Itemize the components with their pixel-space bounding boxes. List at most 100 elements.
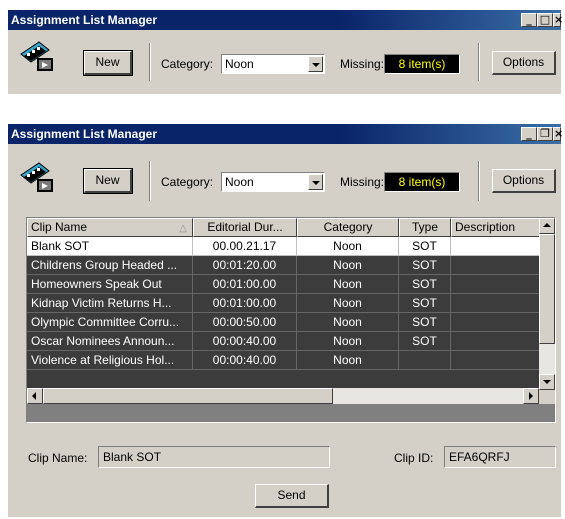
cell-description — [451, 332, 541, 351]
assignment-list-manager-window-collapsed: Assignment List Manager _ □ × New Catego… — [8, 10, 563, 94]
horizontal-scrollbar[interactable] — [27, 388, 539, 404]
cell-editorial-duration: 00.00.21.17 — [193, 237, 297, 256]
cell-description — [451, 237, 541, 256]
toolbar-separator — [149, 161, 151, 201]
column-header-editorial-duration[interactable]: Editorial Dur... — [193, 218, 297, 237]
chevron-down-icon[interactable] — [308, 56, 323, 72]
cell-clip-name: Violence at Religious Hol... — [27, 351, 193, 370]
clip-film-icon — [20, 162, 53, 192]
cell-category: Noon — [297, 256, 399, 275]
new-button[interactable]: New — [83, 50, 133, 76]
cell-description — [451, 256, 541, 275]
arrow-up-icon — [543, 223, 551, 227]
category-value: Noon — [225, 57, 254, 71]
assignment-list-manager-window: Assignment List Manager _ ❐ × New Catego… — [8, 124, 563, 517]
cell-category: Noon — [297, 332, 399, 351]
cell-category: Noon — [297, 275, 399, 294]
sort-ascending-icon: △ — [179, 223, 187, 234]
scroll-right-button[interactable] — [523, 388, 539, 404]
column-header-label: Clip Name — [31, 220, 88, 234]
category-label: Category: — [161, 57, 214, 71]
column-header-type[interactable]: Type — [399, 218, 451, 237]
cell-clip-name: Oscar Nominees Announ... — [27, 332, 193, 351]
cell-editorial-duration: 00:00:50.00 — [193, 313, 297, 332]
window-title: Assignment List Manager — [11, 13, 158, 27]
missing-label: Missing: — [340, 57, 385, 71]
missing-label: Missing: — [340, 175, 385, 189]
maximize-button[interactable]: □ — [537, 13, 553, 27]
restore-button[interactable]: ❐ — [537, 127, 553, 141]
cell-editorial-duration: 00:01:00.00 — [193, 275, 297, 294]
table-row[interactable]: Homeowners Speak Out 00:01:00.00 Noon SOT — [27, 275, 541, 294]
table-row[interactable]: Olympic Committee Corru... 00:00:50.00 Noo… — [27, 313, 541, 332]
clip-list-grid[interactable]: Clip Name △ Editorial Dur... Category Ty… — [26, 217, 556, 423]
title-bar[interactable]: Assignment List Manager _ ❐ × — [8, 124, 563, 144]
clip-name-field: Blank SOT — [98, 446, 330, 468]
send-button[interactable]: Send — [255, 484, 329, 508]
cell-description — [451, 351, 541, 370]
cell-description — [451, 313, 541, 332]
cell-type — [399, 351, 451, 370]
clip-id-label: Clip ID: — [394, 451, 434, 465]
options-button[interactable]: Options — [492, 51, 556, 75]
cell-category: Noon — [297, 313, 399, 332]
chevron-down-icon[interactable] — [308, 174, 323, 190]
category-value: Noon — [225, 175, 254, 189]
cell-description — [451, 275, 541, 294]
table-row-selected[interactable]: Blank SOT 00.00.21.17 Noon SOT — [27, 237, 541, 256]
vertical-scroll-thumb[interactable] — [539, 234, 555, 344]
column-header-clip-name[interactable]: Clip Name △ — [27, 218, 193, 237]
cell-category: Noon — [297, 237, 399, 256]
column-header-category[interactable]: Category — [297, 218, 399, 237]
options-button[interactable]: Options — [492, 169, 556, 193]
table-row[interactable]: Violence at Religious Hol... 00:00:40.00 N… — [27, 351, 541, 370]
table-row[interactable]: Kidnap Victim Returns H... 00:01:00.00 Noo… — [27, 294, 541, 313]
cell-type: SOT — [399, 294, 451, 313]
table-row[interactable]: Oscar Nominees Announ... 00:00:40.00 Noon S… — [27, 332, 541, 351]
cell-editorial-duration: 00:00:40.00 — [193, 332, 297, 351]
cell-type: SOT — [399, 256, 451, 275]
category-select[interactable]: Noon — [221, 172, 325, 192]
close-button[interactable]: × — [553, 127, 563, 141]
table-row-empty — [27, 370, 539, 388]
new-button[interactable]: New — [83, 168, 133, 194]
cell-type: SOT — [399, 275, 451, 294]
arrow-down-icon — [543, 380, 551, 384]
cell-editorial-duration: 00:01:00.00 — [193, 294, 297, 313]
vertical-scrollbar[interactable] — [539, 218, 555, 390]
cell-description — [451, 294, 541, 313]
clip-id-field: EFA6QRFJ — [444, 446, 556, 468]
cell-clip-name: Homeowners Speak Out — [27, 275, 193, 294]
cell-type: SOT — [399, 313, 451, 332]
column-header-description[interactable]: Description — [451, 218, 541, 237]
cell-type: SOT — [399, 332, 451, 351]
toolbar-separator — [478, 43, 480, 81]
clip-film-icon — [20, 41, 53, 71]
window-title: Assignment List Manager — [11, 127, 158, 141]
scroll-down-button[interactable] — [539, 374, 555, 390]
cell-clip-name: Kidnap Victim Returns H... — [27, 294, 193, 313]
category-select[interactable]: Noon — [221, 54, 325, 74]
cell-editorial-duration: 00:00:40.00 — [193, 351, 297, 370]
cell-category: Noon — [297, 351, 399, 370]
close-button[interactable]: × — [553, 13, 563, 27]
table-row[interactable]: Childrens Group Headed ... 00:01:20.00 Noo… — [27, 256, 541, 275]
scroll-up-button[interactable] — [539, 218, 555, 234]
category-label: Category: — [161, 175, 214, 189]
cell-clip-name: Olympic Committee Corru... — [27, 313, 193, 332]
toolbar-separator — [478, 161, 480, 201]
cell-editorial-duration: 00:01:20.00 — [193, 256, 297, 275]
horizontal-scroll-thumb[interactable] — [43, 388, 333, 404]
scroll-corner — [539, 390, 555, 404]
arrow-right-icon — [529, 392, 533, 400]
cell-clip-name: Blank SOT — [27, 237, 193, 256]
missing-count: 8 item(s) — [384, 54, 460, 74]
minimize-button[interactable]: _ — [521, 127, 537, 141]
arrow-left-icon — [32, 392, 36, 400]
toolbar-separator — [149, 43, 151, 81]
scroll-left-button[interactable] — [27, 388, 43, 404]
minimize-button[interactable]: _ — [521, 13, 537, 27]
title-bar[interactable]: Assignment List Manager _ □ × — [8, 10, 563, 30]
cell-category: Noon — [297, 294, 399, 313]
clip-name-label: Clip Name: — [28, 451, 88, 465]
